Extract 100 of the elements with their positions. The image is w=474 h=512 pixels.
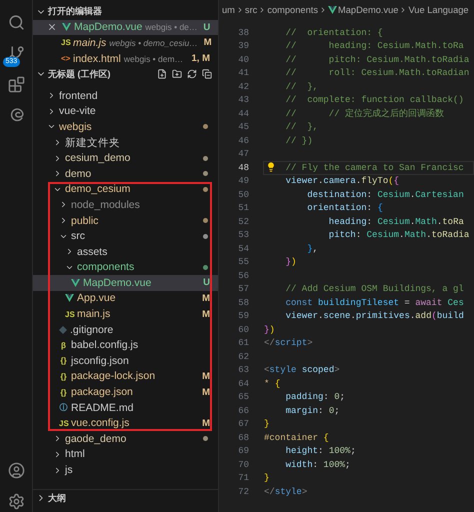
file-name: js [65,464,73,476]
line-number: 47 [237,149,249,160]
tree-item[interactable]: cesium_demo [33,150,218,166]
breadcrumb-item[interactable]: um [222,5,235,15]
code-line: }, [306,242,320,256]
lightbulb-icon[interactable] [266,162,276,172]
code-line: // // 定位完成之后的回调函数 [284,108,446,120]
line-number: 43 [237,95,249,106]
line-number: 55 [237,257,249,268]
tree-item[interactable]: vue-vite [33,104,218,120]
tree-item[interactable]: webgis [33,119,218,135]
file-name: vue-vite [59,105,96,118]
settings-icon[interactable] [8,493,24,510]
vue-icon [62,23,71,32]
code-line: } [263,418,270,431]
section-title: 大纲 [48,492,67,505]
line-number: 58 [237,298,249,308]
file-name: MapDemo.vue [83,276,152,289]
file-name: package-lock.json [71,370,156,382]
file-name: package.json [71,386,133,398]
code-line: } [263,472,270,485]
tree-item[interactable]: frontend [33,88,218,104]
code-line: orientation: { [306,202,384,215]
tree-item[interactable]: node_modules [33,197,218,213]
file-type-icon: JS [65,310,74,319]
tree-item[interactable]: demo [33,166,218,182]
git-status: U [203,277,210,288]
line-number: 42 [237,82,249,92]
file-name: components [77,261,134,274]
tree-item[interactable]: MapDemo.vue U [33,275,218,291]
account-icon[interactable] [8,462,24,479]
tree-item[interactable]: src [33,228,218,244]
line-number: 52 [237,216,249,227]
tree-item[interactable]: html [33,446,218,462]
file-name: demo_cesium [65,183,130,196]
file-name: index.html [73,52,121,65]
git-status: M [202,370,210,382]
code-line: #container { [263,432,330,444]
code-line: // Add Cesium OSM Buildings, a gl [284,283,465,296]
tree-item[interactable]: gaode_demo [33,431,218,447]
tree-item[interactable]: .gitignore [33,322,218,338]
file-name: vue.config.js [71,417,130,430]
file-path: webgis • de… [145,22,198,32]
breadcrumb-item[interactable]: components [267,5,318,15]
code-line: viewer.camera.flyTo({ [284,175,400,188]
file-type-icon: <> [61,54,70,64]
line-number: 60 [237,324,249,335]
tree-item[interactable]: ⓘ README.md [33,400,218,416]
vue-icon [65,294,74,302]
tree-item[interactable]: JS vue.config.js M [33,415,218,432]
line-number: 41 [237,68,249,78]
refresh-icon[interactable] [187,69,197,80]
open-editor-item[interactable]: MapDemo.vue webgis • de… U [33,20,218,36]
line-number: 40 [237,54,249,65]
line-number: 64 [237,378,249,389]
tree-item[interactable]: public [33,212,218,228]
tree-item[interactable]: {} package-lock.json M [33,368,218,384]
breadcrumb-item[interactable]: MapDemo.vue [338,5,398,15]
file-path: webgis • demo_cesiu… [109,38,198,48]
line-number: 68 [237,432,249,443]
search-icon[interactable] [8,14,24,31]
collapse-icon[interactable] [202,69,212,80]
line-number: 71 [237,473,249,484]
tree-item[interactable]: JS main.js M [33,306,218,322]
line-number: 57 [237,284,249,294]
line-number: 38 [237,28,249,38]
tree-item[interactable]: assets [33,244,218,260]
extensions-icon[interactable] [8,76,24,93]
tree-item[interactable]: 新建文件夹 [33,134,218,150]
breadcrumb-item[interactable]: Vue Language [408,5,469,15]
file-name: .gitignore [70,324,114,336]
file-name: node_modules [71,198,140,211]
line-number: 46 [237,136,249,146]
file-type-icon: β [59,340,68,350]
code-line: // }) [284,134,314,148]
code-line: // complete: function callback() [284,94,465,107]
tree-item[interactable]: {} package.json M [33,384,218,400]
new-file-icon[interactable] [157,69,167,80]
code-line: // }, [284,121,320,134]
code-line: padding: 0; [284,391,346,404]
line-number: 50 [237,190,249,200]
new-folder-icon[interactable] [172,69,182,80]
tree-item[interactable]: {} jsconfig.json [33,353,218,369]
file-name: 新建文件夹 [65,136,120,150]
file-type-icon: JS [61,38,70,48]
tree-item[interactable]: β babel.config.js [33,337,218,354]
line-number: 45 [237,122,249,132]
open-editor-item[interactable]: <> index.html webgis • dem… 1, M [33,50,218,66]
line-number: 70 [237,460,249,470]
open-editor-item[interactable]: JS main.js webgis • demo_cesiu… M [33,35,218,51]
breadcrumb-item[interactable]: src [244,5,258,15]
code-line: const buildingTileset = await Ces [284,296,465,310]
git-status: M [202,308,210,320]
tree-item[interactable]: App.vue M [33,290,218,306]
line-number: 39 [237,41,249,52]
close-icon[interactable] [47,22,57,32]
line-number: 66 [237,406,249,416]
tree-item[interactable]: components [33,260,218,276]
tree-item[interactable]: js [33,462,218,478]
tree-item[interactable]: demo_cesium [33,182,218,198]
